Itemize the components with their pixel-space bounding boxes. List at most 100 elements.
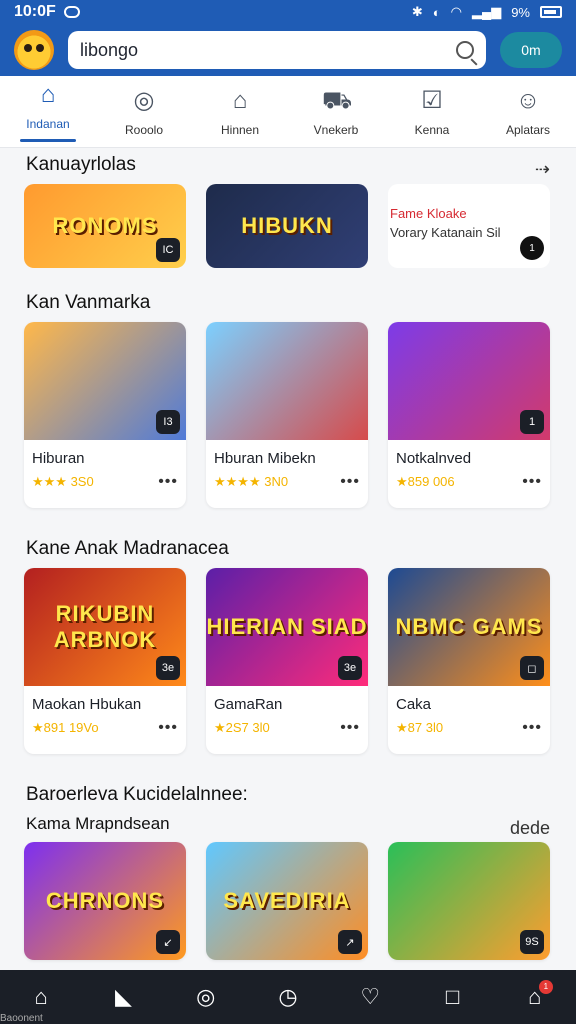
more-icon[interactable]: ••• <box>522 473 542 491</box>
battery-icon <box>540 6 562 18</box>
search-icon[interactable] <box>456 41 474 59</box>
badge: 9S <box>520 930 544 954</box>
car-icon: ⛟ <box>322 86 353 114</box>
bluetooth-icon: ✱ <box>411 4 423 19</box>
rating: ★★★★ 3N0 <box>214 474 289 489</box>
game-card[interactable]: SAVEDIRIA ↗ <box>206 842 368 960</box>
battery-text: 9% <box>511 4 530 20</box>
header-action-button[interactable]: 0m <box>500 32 562 68</box>
more-icon[interactable]: ••• <box>158 719 178 737</box>
game-card[interactable]: HIERIAN SIAD 3e GamaRan ★2S7 3l0 ••• <box>206 568 368 754</box>
bottom-square[interactable]: □ <box>433 984 473 1010</box>
rating: ★859 006 <box>396 474 455 489</box>
card-body: Hiburan ★★★ 3S0 ••• <box>24 440 186 508</box>
more-icon[interactable]: ••• <box>340 473 360 491</box>
bottom-favorites[interactable]: ♡ <box>350 984 390 1010</box>
card-title: Notkalnved <box>396 450 472 467</box>
card-meta: ★2S7 3l0 ••• <box>214 719 360 737</box>
clock-icon: ◷ <box>278 984 298 1009</box>
feature-name: Fame Kloake <box>390 206 467 221</box>
card-row: I3 Hiburan ★★★ 3S0 ••• Hburan Mibekn ★★★★… <box>0 322 576 508</box>
top-navigation: ⌂ Indanan ◎ Rooolo ⌂ Hinnen ⛟ Vnekerb ☑ Kenna… <box>0 76 576 148</box>
card-title: Hiburan <box>32 450 85 467</box>
game-card[interactable]: 1 Notkalnved ★859 006 ••• <box>388 322 550 508</box>
signal-icon: ▂▄▆ <box>471 4 502 19</box>
heart-icon: ♡ <box>360 984 381 1009</box>
game-card[interactable]: I3 Hiburan ★★★ 3S0 ••• <box>24 322 186 508</box>
section-subtitle: Kama Mrapndsean <box>26 814 170 833</box>
tab-label: Hinnen <box>220 122 260 137</box>
notification-badge: 1 <box>538 980 553 994</box>
thumbnail-title: RONOMS <box>52 213 158 238</box>
game-card[interactable]: RIKUBIN ARBNOK 3e Maokan Hbukan ★891 19Vo… <box>24 568 186 754</box>
tab-rooolo[interactable]: ◎ Rooolo <box>102 87 186 137</box>
more-icon[interactable]: ••• <box>158 473 178 491</box>
card-body: Hburan Mibekn ★★★★ 3N0 ••• <box>206 440 368 508</box>
rating: ★891 19Vo <box>32 720 99 735</box>
card-title: Caka <box>396 696 432 713</box>
thumbnail-title: HIERIAN SIAD <box>206 614 368 639</box>
status-icons: ✱ ◐ ◠ ▂▄▆ 9% <box>412 4 562 20</box>
rating: ★87 3l0 <box>396 720 444 735</box>
bottom-navigation: ⌂ ◣ ◎ ◷ ♡ □ ⌂ 1 Baoonent <box>0 970 576 1024</box>
bottom-cart[interactable]: ⌂ 1 <box>515 980 555 1010</box>
badge: ↙ <box>156 930 180 954</box>
gamepad-icon: ◎ <box>196 984 216 1009</box>
more-icon[interactable]: ••• <box>340 719 360 737</box>
featured-card[interactable]: HIBUKN <box>206 184 368 268</box>
thumbnail-title: RIKUBIN ARBNOK <box>53 601 157 652</box>
home-icon: ⌂ <box>34 984 48 1009</box>
thumbnail: NBMC GAMS ◻ <box>388 568 550 686</box>
tab-label: Kenna <box>414 122 450 137</box>
badge: 1 <box>520 410 544 434</box>
home-icon: ⌂ <box>40 81 56 108</box>
checkbox-icon: ☑ <box>421 86 443 114</box>
bottom-play[interactable]: ◣ <box>103 984 143 1010</box>
rating: ★★★ 3S0 <box>32 474 94 489</box>
game-card[interactable]: 9S <box>388 842 550 960</box>
section-link[interactable]: dede <box>510 818 550 839</box>
search-box[interactable] <box>68 31 486 69</box>
game-card[interactable]: CHRNONS ↙ <box>24 842 186 960</box>
badge: ◻ <box>520 656 544 680</box>
section-header: Kanuayrlolas ⇢ <box>0 154 576 184</box>
tab-label: Aplatars <box>505 122 551 137</box>
card-body: GamaRan ★2S7 3l0 ••• <box>206 686 368 754</box>
badge: 3e <box>338 656 362 680</box>
bottom-home[interactable]: ⌂ <box>21 984 61 1010</box>
tab-hinnen[interactable]: ⌂ Hinnen <box>198 87 282 137</box>
search-input[interactable] <box>80 39 456 61</box>
card-meta: ★891 19Vo ••• <box>32 719 178 737</box>
section-header: Kama Mrapndsean dede <box>0 814 576 842</box>
bottom-clock[interactable]: ◷ <box>268 984 308 1010</box>
tab-aplatars[interactable]: ☺ Aplatars <box>486 87 570 137</box>
house-plus-icon: ⌂ <box>232 86 248 114</box>
bottom-label: Baoonent <box>0 1013 43 1024</box>
card-title: Hburan Mibekn <box>214 450 316 467</box>
tab-kenna[interactable]: ☑ Kenna <box>390 87 474 137</box>
arrow-right-icon[interactable]: ⇢ <box>535 159 550 180</box>
card-meta: ★★★ 3S0 ••• <box>32 473 178 491</box>
bottom-games[interactable]: ◎ <box>186 984 226 1010</box>
thumbnail: I3 <box>24 322 186 440</box>
rating: ★2S7 3l0 <box>214 720 270 735</box>
play-icon: ◣ <box>114 984 132 1009</box>
thumbnail: SAVEDIRIA ↗ <box>206 842 368 960</box>
tab-vnekerb[interactable]: ⛟ Vnekerb <box>294 87 378 137</box>
app-logo-icon[interactable] <box>14 30 54 70</box>
featured-text-card[interactable]: Fame Kloake Vorary Katanain Sil 1 <box>388 184 550 268</box>
game-card[interactable]: Hburan Mibekn ★★★★ 3N0 ••• <box>206 322 368 508</box>
section-title: Kane Anak Madranacea <box>26 538 229 559</box>
tab-indanan[interactable]: ⌂ Indanan <box>6 81 90 142</box>
thumbnail-title: CHRNONS <box>45 888 165 913</box>
thumbnail <box>206 322 368 440</box>
more-icon[interactable]: ••• <box>522 719 542 737</box>
thumbnail: 1 <box>388 322 550 440</box>
tab-label: Vnekerb <box>313 122 359 137</box>
camera-icon: ◎ <box>133 86 155 114</box>
game-card[interactable]: NBMC GAMS ◻ Caka ★87 3l0 ••• <box>388 568 550 754</box>
badge: 3e <box>156 656 180 680</box>
card-body: Caka ★87 3l0 ••• <box>388 686 550 754</box>
badge: IC <box>156 238 180 262</box>
featured-card[interactable]: RONOMS IC <box>24 184 186 268</box>
